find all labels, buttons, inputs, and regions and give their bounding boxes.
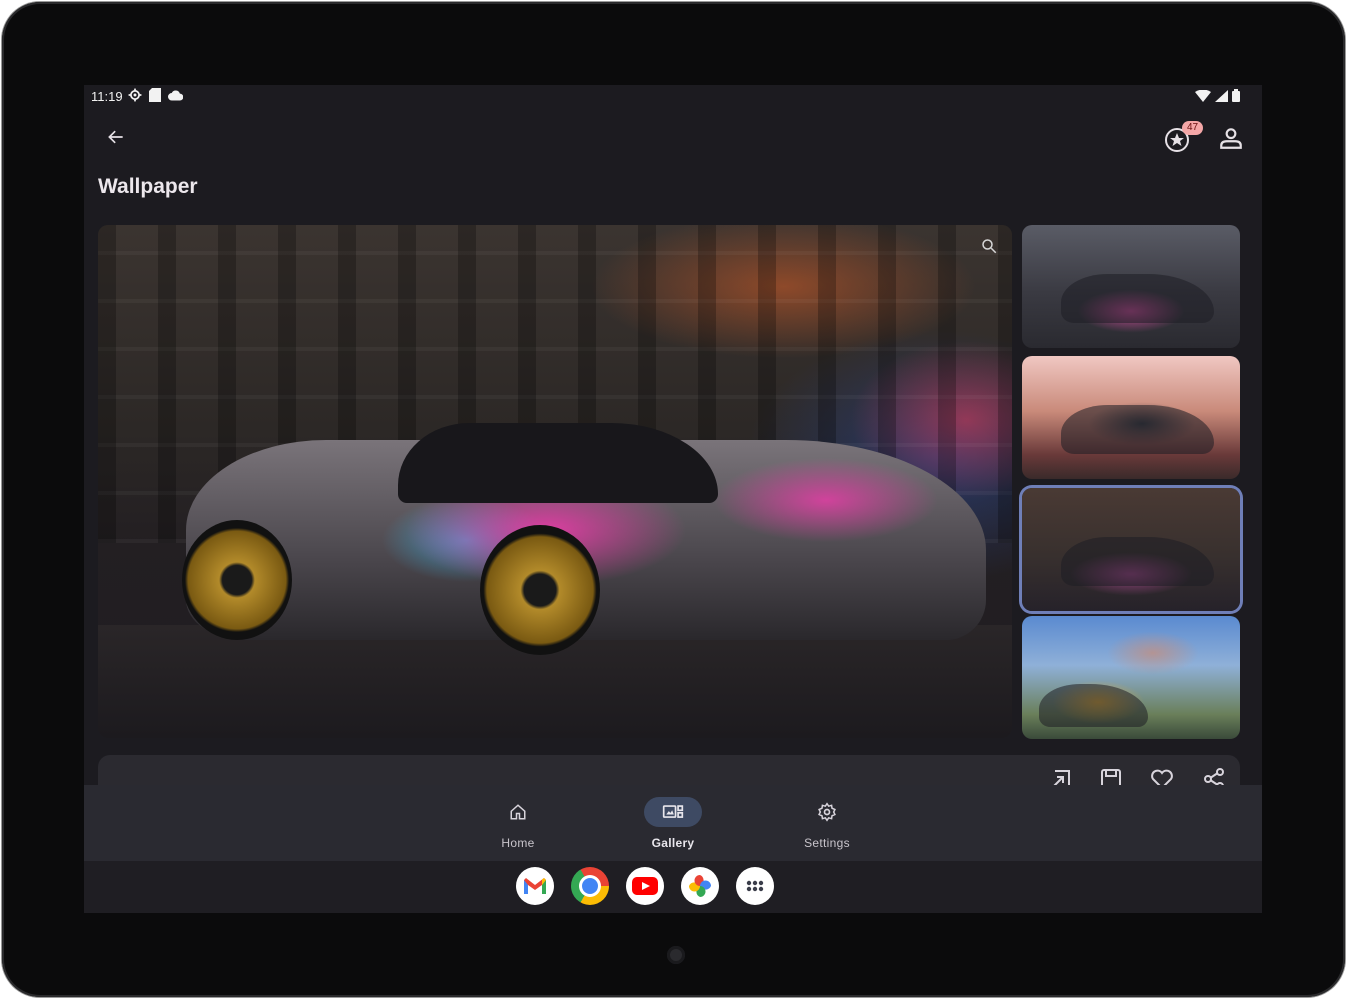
signal-icon xyxy=(1215,89,1228,102)
photos-logo xyxy=(689,875,711,897)
app-drawer-dots xyxy=(746,880,764,892)
zoom-icon[interactable] xyxy=(980,237,998,255)
status-system xyxy=(1195,89,1240,102)
thumbnail-car xyxy=(1039,683,1149,727)
wallpaper-thumbnail-4[interactable] xyxy=(1022,616,1240,739)
chrome-center xyxy=(582,878,598,894)
wallpaper-thumbnail-2[interactable] xyxy=(1022,356,1240,479)
front-camera xyxy=(667,946,685,964)
status-notifications xyxy=(128,88,183,102)
gear-icon xyxy=(818,802,836,822)
nav-gallery-pill xyxy=(644,797,702,827)
status-bar: 11:19 xyxy=(84,85,1262,109)
wallpaper-thumbnail-3-selected[interactable] xyxy=(1022,488,1240,611)
gmail-icon[interactable] xyxy=(516,867,554,905)
youtube-icon[interactable] xyxy=(626,867,664,905)
gmail-logo xyxy=(524,878,546,894)
thumbnail-car xyxy=(1061,537,1214,587)
photos-icon[interactable] xyxy=(681,867,719,905)
home-icon xyxy=(510,804,526,820)
chrome-icon[interactable] xyxy=(571,867,609,905)
rewards-count-badge: 47 xyxy=(1182,121,1203,135)
thumbnail-car xyxy=(1061,405,1214,455)
youtube-logo xyxy=(632,877,658,895)
car-wheel-rear xyxy=(182,520,292,640)
nav-settings-label: Settings xyxy=(804,836,850,850)
profile-button[interactable] xyxy=(1216,123,1246,153)
back-button[interactable] xyxy=(102,123,130,151)
status-time: 11:19 xyxy=(91,89,123,104)
sd-card-icon xyxy=(149,88,161,102)
thumbnail-car xyxy=(1061,274,1214,324)
settings-icon xyxy=(128,88,142,102)
nav-settings-pill xyxy=(798,797,856,827)
wifi-icon xyxy=(1195,89,1211,102)
car-window xyxy=(398,423,718,503)
gallery-icon xyxy=(662,805,684,818)
nav-settings[interactable]: Settings xyxy=(782,793,872,853)
arrow-back-icon xyxy=(108,130,123,144)
bottom-navigation: Home Gallery Settings xyxy=(84,785,1262,861)
nav-home-pill xyxy=(489,797,547,827)
nav-gallery[interactable]: Gallery xyxy=(628,793,718,853)
cloud-icon xyxy=(168,90,183,100)
nav-home[interactable]: Home xyxy=(473,793,563,853)
car-wheel-front xyxy=(480,525,600,655)
wallpaper-preview[interactable] xyxy=(98,225,1012,738)
screen: 11:19 47 Wallpaper Home Gallery Settings xyxy=(84,85,1262,913)
page-title: Wallpaper xyxy=(98,175,198,198)
taskbar xyxy=(84,861,1262,913)
nav-gallery-label: Gallery xyxy=(651,836,695,850)
battery-icon xyxy=(1232,89,1240,102)
app-drawer-icon[interactable] xyxy=(736,867,774,905)
wallpaper-thumbnail-1[interactable] xyxy=(1022,225,1240,348)
nav-home-label: Home xyxy=(501,836,535,850)
person-icon xyxy=(1220,128,1242,149)
